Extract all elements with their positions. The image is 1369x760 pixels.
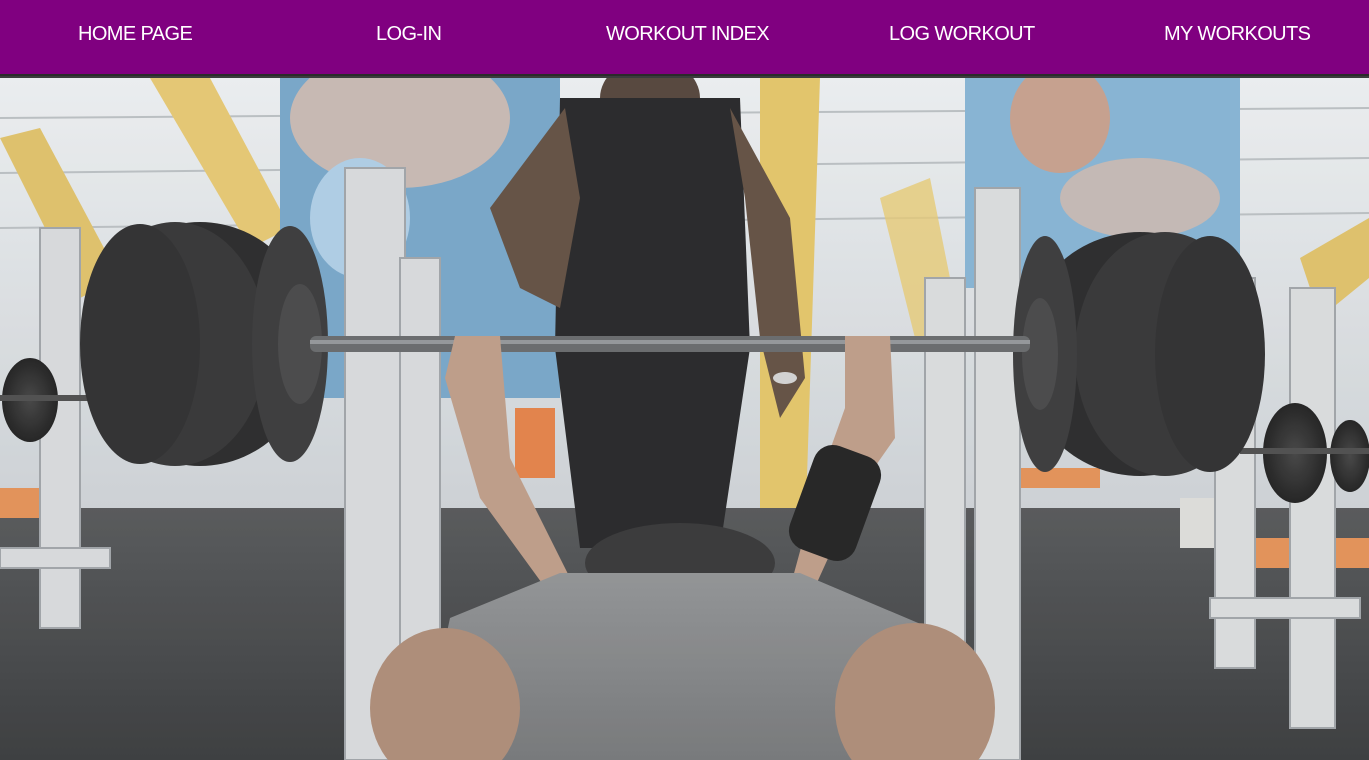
hero-background-image xyxy=(0,78,1369,760)
gym-bench-press-photo xyxy=(0,78,1369,760)
nav-link-home-page[interactable]: HOME PAGE xyxy=(78,22,193,46)
nav-link-my-workouts[interactable]: MY WORKOUTS xyxy=(1164,22,1311,46)
nav-link-log-in[interactable]: LOG-IN xyxy=(376,22,442,46)
top-navigation-bar: HOME PAGE LOG-IN WORKOUT INDEX LOG WORKO… xyxy=(0,0,1369,76)
nav-link-log-workout[interactable]: LOG WORKOUT xyxy=(889,22,1035,46)
nav-link-workout-index[interactable]: WORKOUT INDEX xyxy=(606,22,770,46)
